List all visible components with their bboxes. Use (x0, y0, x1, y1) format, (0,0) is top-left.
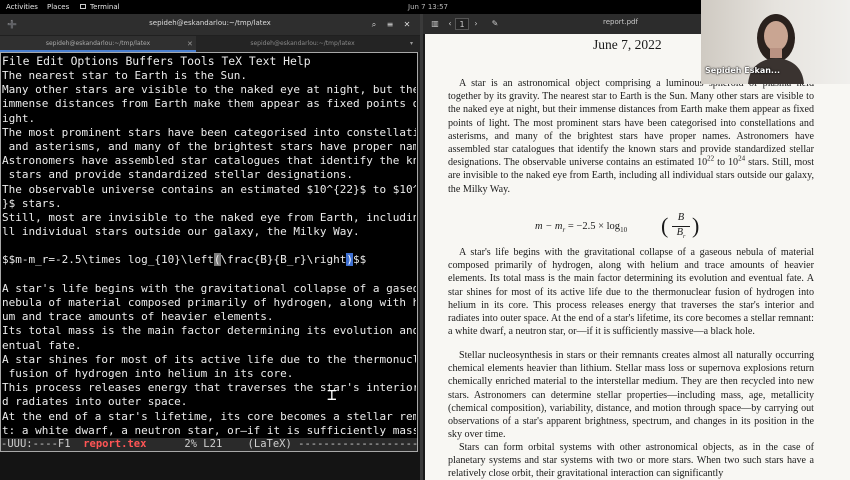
eq-text: $$m-m_r=-2.5\times log_{10}\left (2, 253, 214, 267)
buffer-line: t: a white dwarf, a neutron star, or–if … (2, 423, 416, 437)
matching-paren-highlight: ( (213, 253, 221, 267)
buffer-line (2, 268, 416, 282)
buffer-line: fusion of hydrogen into helium in its co… (2, 366, 294, 380)
tab-label: sepideh@eskandarlou:~/tmp/latex (45, 40, 151, 47)
buffer-line-equation: $$m-m_r=-2.5\times log_{10}\left(\frac{B… (2, 253, 416, 267)
power-base: 10 (727, 157, 739, 169)
paragraph-text: Stars can form orbital systems with othe… (448, 442, 814, 480)
webcam-overlay: Sepideh Eskan... (701, 0, 850, 84)
modeline-status: -UUU:----F1 (1, 438, 84, 450)
emacs-mode-line: -UUU:----F1 report.tex 2% L21 (LaTeX) --… (1, 438, 417, 451)
pdf-paragraph: Stars can form orbital systems with othe… (448, 441, 814, 480)
buffer-line: }$ stars. (2, 196, 62, 210)
buffer-line: At the end of a star's lifetime, its cor… (2, 409, 416, 423)
modeline-buffer-name[interactable]: report.tex (83, 438, 146, 450)
mouse-ibeam-pointer-icon: ⌶ (327, 385, 337, 404)
tab-list-chevron-icon[interactable]: ▾ (410, 36, 413, 52)
buffer-line: The observable universe contains an esti… (2, 182, 416, 196)
emacs-menu-bar[interactable]: File Edit Options Buffers Tools TeX Text… (1, 54, 311, 68)
paragraph-text: Stellar nucleosynthesis in stars or thei… (448, 350, 814, 441)
buffer-line: Its total mass is the main factor determ… (2, 324, 416, 338)
eq-text: \frac{B}{B_r}\right (220, 253, 347, 267)
exponent: 22 (707, 154, 715, 163)
pdf-page[interactable]: June 7, 2022 A star is an astronomical o… (425, 34, 850, 480)
previous-page-icon[interactable]: ‹ (445, 18, 455, 30)
buffer-line: The nearest star to Earth is the Sun. (2, 69, 248, 82)
buffer-line: A star's life begins with the gravitatio… (2, 281, 416, 295)
power-base: 10 (697, 157, 708, 169)
window-divider[interactable] (420, 14, 423, 480)
buffer-line: d radiates into outer space. (2, 395, 188, 409)
next-page-icon[interactable]: › (471, 18, 481, 30)
equation-lhs: m − mr = −2.5 × log10 (535, 221, 628, 235)
participant-name: Sepideh Eskan... (705, 66, 781, 75)
pdf-paragraph: A star's life begins with the gravitatio… (448, 246, 814, 338)
fraction-denominator: Br (676, 227, 686, 241)
sidebar-toggle-icon[interactable]: ▥ (429, 18, 441, 30)
pdf-paragraph: A star is an astronomical object compris… (448, 77, 814, 196)
terminal-app-icon (80, 4, 86, 9)
emacs-buffer[interactable]: The nearest star to Earth is the Sun. Ma… (2, 69, 416, 439)
buffer-line: immense distances from Earth make them a… (2, 97, 416, 111)
buffer-line: and asterisms, and many of the brightest… (2, 139, 416, 153)
buffer-line: stars and provide standardized stellar d… (2, 168, 353, 182)
buffer-line: Astronomers have assembled star catalogu… (2, 154, 416, 168)
buffer-line: Still, most are invisible to the naked e… (2, 210, 416, 224)
terminal-window-title: sepideh@eskandarlou:~/tmp/latex (149, 19, 271, 27)
exponent: 24 (738, 154, 746, 163)
pdf-document-title: report.pdf (603, 18, 638, 26)
places-menu[interactable]: Places (47, 0, 69, 14)
terminal-tab-2[interactable]: sepideh@eskandarlou:~/tmp/latex (200, 36, 405, 52)
terminal-app-menu[interactable]: Terminal (90, 0, 120, 14)
paragraph-text: A star is an astronomical object compris… (448, 78, 814, 169)
activities-button[interactable]: Activities (6, 0, 38, 14)
tab-label: sepideh@eskandarlou:~/tmp/latex (250, 40, 355, 47)
right-paren: ) (692, 213, 700, 238)
buffer-line (2, 239, 416, 253)
display-equation: m − mr = −2.5 × log10 ( B Br ) (535, 212, 715, 242)
left-paren: ( (661, 213, 669, 238)
eq-text: $$ (353, 253, 367, 267)
buffer-line: A star shines for most of its active lif… (2, 352, 416, 366)
terminal-header-bar: ➕ sepideh@eskandarlou:~/tmp/latex ⌕ ≡ ✕ (0, 14, 420, 36)
document-date: June 7, 2022 (593, 37, 662, 52)
buffer-line: ight. (2, 111, 36, 125)
buffer-line: Many other stars are visible to the nake… (2, 83, 416, 97)
paragraph-text: to (717, 157, 725, 169)
search-icon[interactable]: ⌕ (368, 19, 380, 31)
modeline-position: 2% L21 (LaTeX) -------------------- (146, 438, 418, 450)
paragraph-text: A star's life begins with the gravitatio… (448, 247, 814, 338)
buffer-line: ll individual stars outside our galaxy, … (2, 225, 360, 239)
clock[interactable]: Jun 7 13:57 (408, 0, 448, 14)
buffer-line: entual fate. (2, 338, 82, 352)
terminal-tab-bar: sepideh@eskandarlou:~/tmp/latex ✕ sepide… (0, 36, 420, 52)
buffer-line: The most prominent stars have been categ… (2, 125, 416, 139)
buffer-line: nebula of material composed primarily of… (2, 296, 416, 309)
annotate-pencil-icon[interactable]: ✎ (489, 18, 501, 30)
pdf-paragraph: Stellar nucleosynthesis in stars or thei… (448, 349, 814, 441)
fraction-numerator: B (677, 212, 685, 223)
hamburger-menu-icon[interactable]: ≡ (384, 19, 396, 31)
emacs-frame[interactable]: File Edit Options Buffers Tools TeX Text… (0, 52, 418, 452)
close-icon[interactable]: ✕ (401, 19, 413, 31)
terminal-bottom-area (0, 452, 420, 480)
page-number-field[interactable]: 1 (455, 18, 469, 30)
buffer-line: This process releases energy that traver… (2, 381, 416, 395)
buffer-line: um and trace amounts of heavier elements… (2, 310, 274, 324)
